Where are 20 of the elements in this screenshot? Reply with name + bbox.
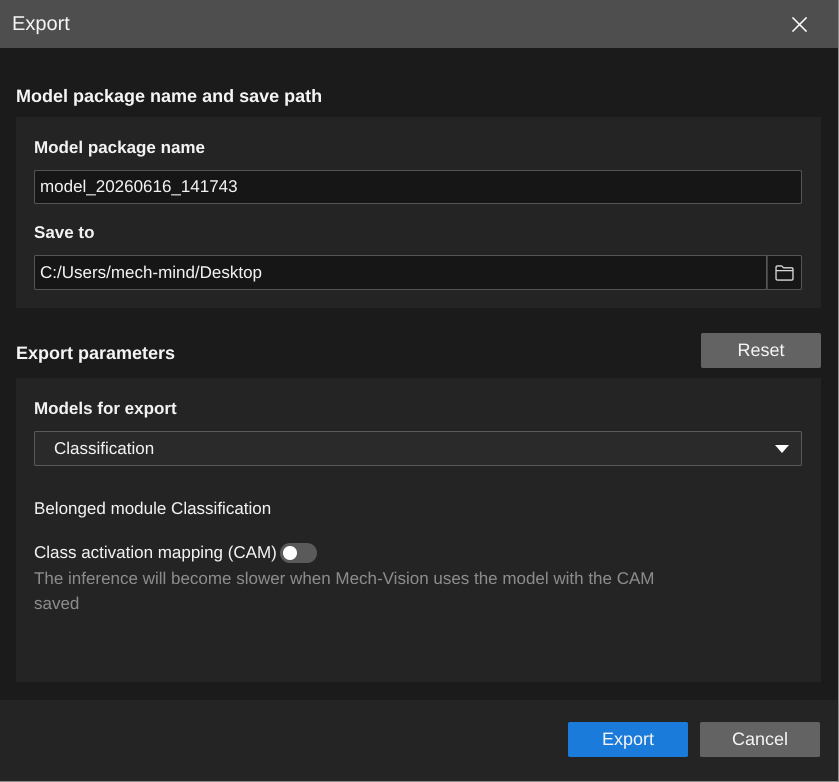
- cancel-button[interactable]: Cancel: [700, 722, 820, 757]
- reset-button[interactable]: Reset: [701, 333, 821, 368]
- cam-toggle[interactable]: [280, 543, 317, 563]
- section-heading: Model package name and save path: [16, 85, 324, 108]
- browse-button[interactable]: [767, 255, 802, 290]
- package-name-field[interactable]: model_20260616_141743: [34, 170, 802, 204]
- caret-icon: [775, 444, 789, 452]
- field-label: Models for export: [34, 398, 177, 420]
- window-title: Export: [12, 12, 70, 36]
- field-label: Save to: [34, 222, 94, 244]
- models-dropdown[interactable]: Classification: [34, 431, 802, 466]
- cam-label: Class activation mapping (CAM): [34, 542, 277, 564]
- field-label: Model package name: [34, 137, 206, 159]
- cam-hint-text: The inference will become slower when Mech-Vision uses the model with the CAM saved: [34, 568, 656, 615]
- module-text: Belonged module Classification: [34, 498, 272, 520]
- section-heading: Export parameters: [16, 342, 176, 364]
- save-path-field[interactable]: C:/Users/mech-mind/Desktop: [34, 255, 767, 290]
- close-icon[interactable]: [792, 16, 807, 32]
- export-button[interactable]: Export: [568, 722, 688, 757]
- folder-icon: [775, 264, 794, 280]
